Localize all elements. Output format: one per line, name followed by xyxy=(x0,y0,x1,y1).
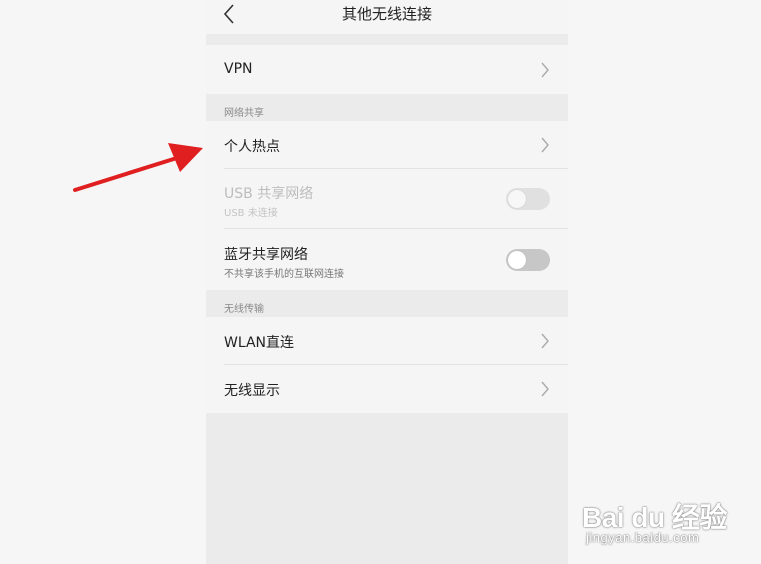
bluetooth-tethering-status: 不共享该手机的互联网连接 xyxy=(224,269,344,280)
screenshot-canvas: 其他无线连接 VPN 网络共享 个人热点 USB 共享网络 USB 未连接 蓝牙… xyxy=(0,0,761,564)
section-header-wireless-transfer: 无线传输 xyxy=(206,290,568,317)
title-bar: 其他无线连接 xyxy=(206,0,568,34)
hotspot-label: 个人热点 xyxy=(224,139,280,155)
usb-tethering-toggle xyxy=(506,188,550,210)
wireless-display-label: 无线显示 xyxy=(224,383,280,399)
bluetooth-tethering-label: 蓝牙共享网络 xyxy=(224,247,308,263)
chevron-right-icon xyxy=(541,137,549,153)
bluetooth-tethering-row[interactable]: 蓝牙共享网络 不共享该手机的互联网连接 xyxy=(206,229,568,290)
usb-tethering-row: USB 共享网络 USB 未连接 xyxy=(206,169,568,229)
vpn-row[interactable]: VPN xyxy=(206,45,568,94)
vpn-label: VPN xyxy=(224,61,253,77)
watermark-url: jingyan.baidu.com xyxy=(586,530,700,545)
toggle-knob xyxy=(508,251,526,269)
usb-tethering-status: USB 未连接 xyxy=(224,208,278,219)
bluetooth-tethering-toggle[interactable] xyxy=(506,249,550,271)
baidu-jingyan-watermark: Bai du 经验 jingyan.baidu.com xyxy=(582,484,732,554)
wlan-direct-label: WLAN直连 xyxy=(224,335,295,351)
toggle-knob xyxy=(508,190,526,208)
empty-area xyxy=(206,413,568,564)
section-gap xyxy=(206,34,568,45)
chevron-right-icon xyxy=(541,381,549,397)
section-label-wireless-transfer: 无线传输 xyxy=(224,304,264,315)
wlan-direct-row[interactable]: WLAN直连 xyxy=(206,317,568,365)
chevron-right-icon xyxy=(541,62,549,78)
section-header-tethering: 网络共享 xyxy=(206,94,568,121)
hotspot-row[interactable]: 个人热点 xyxy=(206,121,568,169)
settings-screen: 其他无线连接 VPN 网络共享 个人热点 USB 共享网络 USB 未连接 蓝牙… xyxy=(206,0,568,564)
usb-tethering-label: USB 共享网络 xyxy=(224,186,314,202)
section-label-tethering: 网络共享 xyxy=(224,108,264,119)
chevron-right-icon xyxy=(541,333,549,349)
page-title: 其他无线连接 xyxy=(341,5,432,23)
wireless-display-row[interactable]: 无线显示 xyxy=(206,365,568,413)
